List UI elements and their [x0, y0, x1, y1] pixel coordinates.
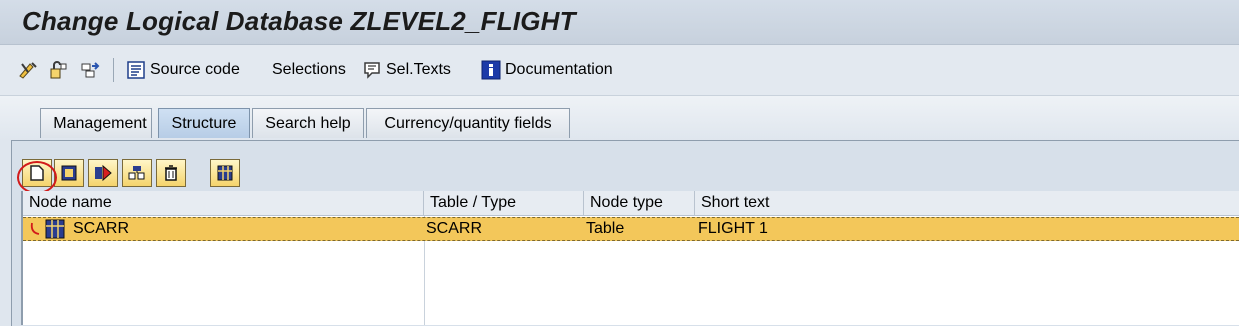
- short-text-cell: FLIGHT 1: [698, 220, 768, 237]
- node-type-cell: Table: [586, 220, 625, 237]
- tab-management[interactable]: Management: [40, 108, 152, 138]
- source-code-label: Source code: [150, 61, 240, 78]
- change-display-icon: [19, 62, 37, 79]
- move-node-icon: [95, 164, 112, 182]
- node-details-button[interactable]: [122, 159, 152, 187]
- info-icon: [481, 60, 501, 80]
- selections-label: Selections: [272, 61, 346, 78]
- table-view-icon: [217, 165, 233, 181]
- source-code-icon: [127, 61, 145, 79]
- table-node-icon: [45, 219, 65, 239]
- column-header-short-text[interactable]: Short text: [695, 191, 1239, 215]
- application-toolbar: Source code Selections Sel.Texts Documen…: [0, 45, 1239, 96]
- delete-node-button[interactable]: [156, 159, 186, 187]
- expand-arrow-icon[interactable]: [29, 221, 43, 237]
- tree-header: Node name Table / Type Node type Short t…: [23, 191, 1239, 216]
- title-bar: Change Logical Database ZLEVEL2_FLIGHT: [0, 0, 1239, 45]
- column-header-node-name[interactable]: Node name: [23, 191, 424, 215]
- move-node-button[interactable]: [88, 159, 118, 187]
- tab-label: Management: [53, 115, 147, 132]
- node-details-icon: [128, 166, 145, 180]
- tab-label: Currency/quantity fields: [384, 115, 552, 132]
- selections-button[interactable]: Selections: [272, 57, 346, 83]
- source-code-button[interactable]: Source code: [126, 57, 240, 83]
- column-header-node-type[interactable]: Node type: [584, 191, 695, 215]
- table-view-button[interactable]: [210, 159, 240, 187]
- toolbar-separator: [113, 58, 114, 82]
- activate-button[interactable]: [48, 57, 68, 83]
- column-header-table-type[interactable]: Table / Type: [424, 191, 584, 215]
- change-node-icon: [61, 165, 77, 181]
- sel-texts-button[interactable]: Sel.Texts: [363, 57, 451, 83]
- table-row[interactable]: SCARR SCARR Table FLIGHT 1: [23, 217, 1239, 241]
- tab-search-help[interactable]: Search help: [252, 108, 364, 138]
- tab-label: Search help: [265, 115, 351, 132]
- sel-texts-label: Sel.Texts: [386, 61, 451, 78]
- documentation-button[interactable]: Documentation: [481, 57, 613, 83]
- documentation-label: Documentation: [505, 61, 613, 78]
- window-title: Change Logical Database ZLEVEL2_FLIGHT: [22, 6, 576, 36]
- tree-left-border: [21, 191, 23, 325]
- navigate-icon: [81, 62, 100, 78]
- tab-currency-quantity-fields[interactable]: Currency/quantity fields: [366, 108, 570, 138]
- navigate-button[interactable]: [80, 57, 100, 83]
- annotation-circle: [17, 161, 57, 194]
- node-name-cell: SCARR: [73, 220, 130, 237]
- change-display-button[interactable]: [18, 57, 38, 83]
- change-node-button[interactable]: [54, 159, 84, 187]
- tab-label: Structure: [171, 115, 237, 132]
- trash-icon: [165, 165, 177, 181]
- sel-texts-icon: [364, 62, 380, 79]
- table-type-cell: SCARR: [426, 220, 483, 237]
- activate-icon: [50, 61, 67, 79]
- tab-structure[interactable]: Structure: [158, 108, 250, 138]
